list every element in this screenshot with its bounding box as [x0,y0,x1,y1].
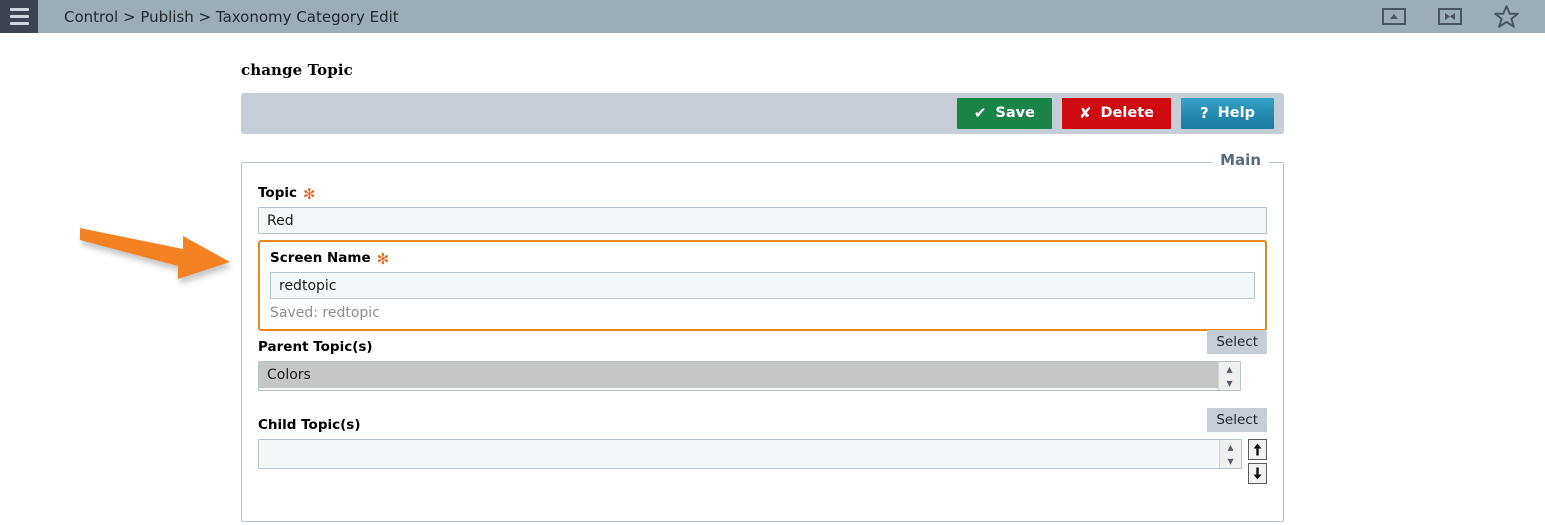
screen-name-field-group: Screen Name ✻ Saved: redtopic [258,240,1267,331]
child-topics-reorder-controls [1248,439,1267,484]
arrow-up-icon [1253,443,1262,456]
save-button[interactable]: ✔ Save [956,98,1052,129]
topic-label: Topic ✻ [258,185,1267,201]
collapse-header-icon[interactable] [1379,4,1409,30]
page-title: change Topic [241,61,353,79]
move-down-button[interactable] [1248,463,1267,484]
child-topics-listbox[interactable]: ▴ ▾ [258,439,1242,469]
main-fieldset: Main Topic ✻ Screen Name ✻ Saved: redtop… [241,151,1284,522]
favorite-star-icon[interactable] [1491,4,1521,30]
question-mark-icon: ? [1199,104,1209,122]
delete-button-label: Delete [1100,105,1154,122]
required-asterisk-icon: ✻ [302,184,316,203]
save-button-label: Save [995,105,1035,122]
hamburger-bar [9,22,29,25]
page-body: change Topic ✔ Save ✘ Delete ? Help Main… [0,33,1545,525]
header-icon-group [1379,0,1521,33]
move-up-button[interactable] [1248,439,1267,460]
parent-topics-select-button[interactable]: Select [1207,330,1267,355]
parent-topics-field-group: Parent Topic(s) Select Colors ▴ ▾ [258,330,1267,391]
parent-topics-row: Select Colors ▴ ▾ [258,330,1267,391]
parent-topics-label: Parent Topic(s) [258,339,1267,355]
child-topics-row: Select ▴ ▾ [258,408,1267,484]
screen-name-label-text: Screen Name [270,250,371,266]
child-topics-label: Child Topic(s) [258,417,1267,433]
child-topics-field-group: Child Topic(s) Select ▴ ▾ [258,408,1267,484]
screen-name-input[interactable] [270,272,1255,299]
parent-topics-label-text: Parent Topic(s) [258,339,373,355]
hamburger-bar [9,15,29,18]
chevron-down-icon[interactable]: ▾ [1226,377,1232,389]
required-asterisk-icon: ✻ [376,249,390,268]
parent-topics-listbox[interactable]: Colors ▴ ▾ [258,361,1241,391]
arrow-down-icon [1253,467,1262,480]
content-column: change Topic ✔ Save ✘ Delete ? Help Main… [241,33,1284,522]
hamburger-bar [9,8,29,11]
help-button[interactable]: ? Help [1180,98,1274,129]
child-topics-select-button[interactable]: Select [1207,408,1267,433]
breadcrumb: Control > Publish > Taxonomy Category Ed… [64,7,399,26]
topic-field-group: Topic ✻ [258,185,1267,234]
check-icon: ✔ [973,104,987,122]
parent-topics-options[interactable]: Colors [259,362,1218,390]
topic-input[interactable] [258,207,1267,234]
close-x-icon: ✘ [1078,104,1092,122]
child-topics-scrollbar[interactable]: ▴ ▾ [1219,440,1241,468]
fieldset-legend: Main [1212,151,1269,169]
top-header-bar: Control > Publish > Taxonomy Category Ed… [0,0,1545,33]
collapse-width-icon[interactable] [1435,4,1465,30]
hamburger-menu-icon[interactable] [0,0,38,33]
help-button-label: Help [1217,105,1255,122]
parent-topics-scrollbar[interactable]: ▴ ▾ [1218,362,1240,390]
screen-name-saved-text: Saved: redtopic [270,305,380,321]
chevron-up-icon[interactable]: ▴ [1226,363,1232,375]
chevron-down-icon[interactable]: ▾ [1227,455,1233,467]
delete-button[interactable]: ✘ Delete [1061,98,1171,129]
child-topics-options[interactable] [259,440,1219,468]
child-topics-label-text: Child Topic(s) [258,417,361,433]
chevron-up-icon[interactable]: ▴ [1227,441,1233,453]
topic-label-text: Topic [258,185,297,201]
action-toolbar: ✔ Save ✘ Delete ? Help [241,93,1284,134]
list-item[interactable]: Colors [259,362,1218,388]
screen-name-label: Screen Name ✻ [270,250,1255,266]
